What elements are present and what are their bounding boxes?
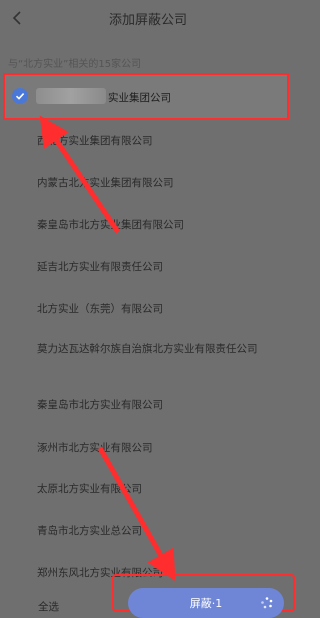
checkbox-checked[interactable] <box>12 88 28 104</box>
selected-company-label: 实业集团公司 <box>108 92 171 104</box>
redacted-text <box>36 88 106 104</box>
company-name: 莫力达瓦达斡尔族自治旗北方实业有限责任公司 <box>37 343 258 355</box>
loading-icon <box>261 597 273 609</box>
app-header: 添加屏蔽公司 <box>0 0 296 38</box>
list-item[interactable]: 太原北方实业有限公司 <box>0 471 296 507</box>
company-name: 秦皇岛市北方实业有限公司 <box>37 399 163 411</box>
page-title: 添加屏蔽公司 <box>108 13 187 28</box>
check-icon <box>15 93 25 100</box>
results-count-text: 与“北方实业”相关的15家公司 <box>8 59 142 70</box>
company-name: 秦皇岛市北方实业集团有限公司 <box>37 219 184 231</box>
arrow-down <box>97 446 176 582</box>
company-name: 青岛市北方实业总公司 <box>37 525 142 537</box>
block-button[interactable]: 屏蔽·1 <box>128 588 284 618</box>
company-name: 延吉北方实业有限责任公司 <box>37 261 163 273</box>
company-name: 北方实业（东莞）有限公司 <box>37 303 163 315</box>
company-name: 涿州市北方实业有限公司 <box>37 442 153 454</box>
list-item[interactable]: 涿州市北方实业有限公司 <box>0 430 296 466</box>
list-item[interactable]: 内蒙古北方实业集团有限公司 <box>0 165 296 201</box>
list-item[interactable]: 秦皇岛市北方实业集团有限公司 <box>0 207 296 243</box>
block-button-label: 屏蔽·1 <box>189 597 223 610</box>
list-item[interactable]: 青岛市北方实业总公司 <box>0 513 296 549</box>
company-name: 内蒙古北方实业集团有限公司 <box>37 177 174 189</box>
list-item[interactable]: 秦皇岛市北方实业有限公司 <box>0 387 296 423</box>
list-item[interactable]: 延吉北方实业有限责任公司 <box>0 249 296 285</box>
company-name: 西北方实业集团有限公司 <box>37 135 153 147</box>
company-name: 太原北方实业有限公司 <box>37 483 142 495</box>
list-item[interactable]: 莫力达瓦达斡尔族自治旗北方实业有限责任公司 <box>0 331 296 367</box>
list-item[interactable]: 北方实业（东莞）有限公司 <box>0 291 296 327</box>
list-item[interactable]: 西北方实业集团有限公司 <box>0 123 296 159</box>
